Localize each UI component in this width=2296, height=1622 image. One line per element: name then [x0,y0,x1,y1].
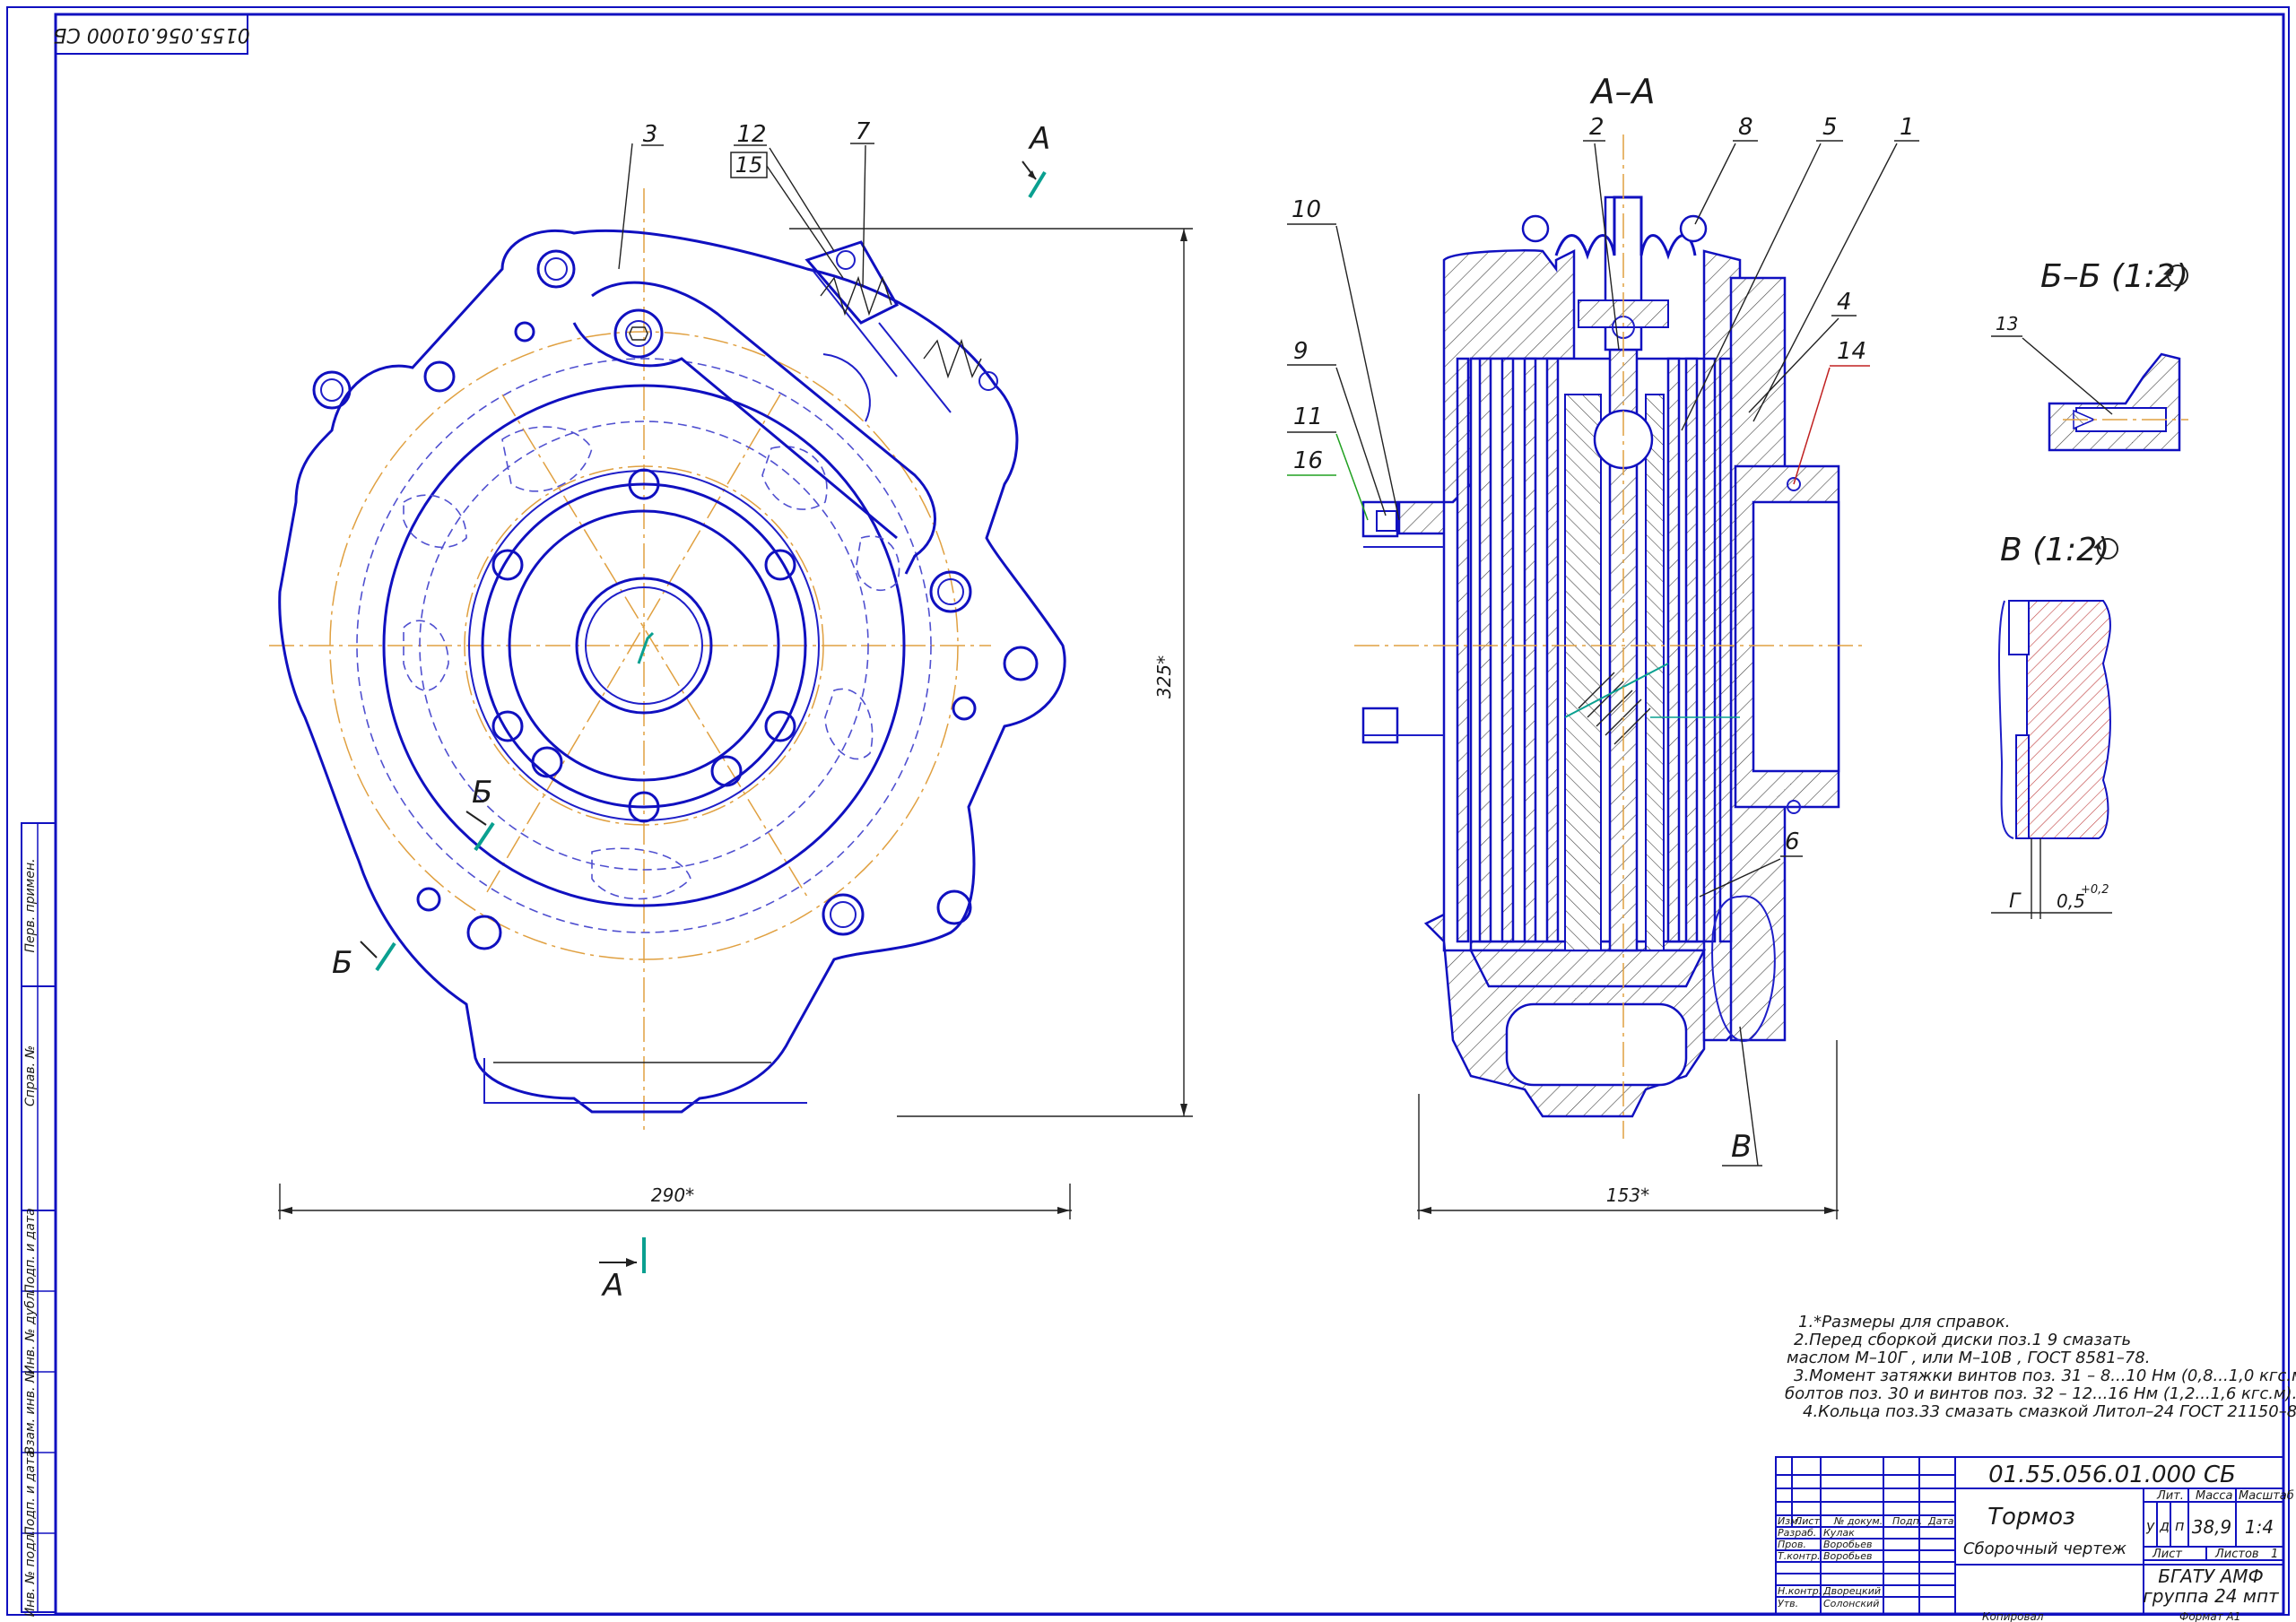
tb-lit-p: п [2175,1517,2184,1534]
title-block: Изм. Лист № докум. Подп. Дата Разраб. Ку… [1775,1456,2294,1622]
cut-b-mid: Б [472,775,492,811]
callout-1: 1 [1900,114,1915,141]
callout-14: 14 [1837,338,1866,365]
stamp-sprav: Справ. № [23,1045,38,1106]
note-5: болтов поз. 30 и винтов поз. 32 – 12...1… [1785,1384,2296,1403]
tb-name-prov: Воробьев [1823,1539,1873,1550]
disc-pack-left [1456,357,1602,951]
tb-role-prov: Пров. [1778,1539,1806,1550]
callout-7: 7 [856,118,871,145]
callout-3: 3 [643,121,658,148]
cut-b-low: Б [332,945,352,981]
front-view: 3 12 15 7 290* 325* А А Б Б [269,118,1193,1304]
tb-sheets: 1 [2271,1548,2278,1561]
callout-6: 6 [1785,828,1800,855]
callout-8: 8 [1738,114,1753,141]
tb-name-utv: Солонский [1823,1598,1879,1609]
tb-role-razrab: Разраб. [1778,1527,1816,1539]
cut-a-bottom: А [601,1268,623,1304]
view-bb-title: Б–Б (1:2) [2040,258,2188,295]
dim-gap-g: Г [2009,890,2022,913]
note-4: 3.Момент затяжки винтов поз. 31 – 8...10… [1794,1366,2296,1385]
tb-header-list: Лист [1794,1515,1820,1527]
stamp-inv-dubl: Инв. № дубл. [23,1288,38,1375]
cut-a-top: А [1028,121,1050,157]
callout-15: 15 [735,152,763,178]
callout-11: 11 [1293,403,1323,430]
technical-notes: 1.*Размеры для справок. 2.Перед сборкой … [1785,1313,2296,1421]
note-2: 2.Перед сборкой диски поз.1 9 смазать [1794,1331,2131,1349]
tb-sheets-label: Листов [2214,1548,2259,1561]
tb-role-utv: Утв. [1778,1598,1798,1609]
tb-name: Тормоз [1987,1504,2075,1531]
tb-lit-u: у [2145,1517,2155,1534]
callout-4: 4 [1837,289,1852,316]
tb-role-nkontr: Н.контр. [1778,1585,1822,1597]
housing-section-core [1468,949,1707,988]
stamp-perv-primen: Перв. примен. [23,858,38,952]
cut-v: В [1731,1129,1752,1165]
dim-290: 290* [651,1184,694,1206]
tb-subtitle: Сборочный чертеж [1963,1540,2127,1558]
stamp-inv-podl: Инв. № подл. [23,1531,38,1618]
note-1: 1.*Размеры для справок. [1798,1313,2010,1331]
stamp-podp-data-2: Подп. и дата [23,1450,38,1535]
tb-mass: 38,9 [2192,1516,2232,1538]
tb-name-nkontr: Дворецкий [1822,1585,1881,1597]
view-v-part [2026,600,2111,839]
note-6: 4.Кольца поз.33 смазать смазкой Литол–24… [1803,1402,2296,1421]
tb-role-tkontr: Т.контр. [1778,1550,1821,1562]
section-title: А–А [1589,72,1656,111]
tb-header-sign: Подп. [1892,1515,1922,1527]
tb-copied: Копировал [1982,1610,2044,1622]
callout-9: 9 [1293,338,1309,365]
callout-2: 2 [1589,114,1605,141]
stamp-podp-data-1: Подп. и дата [23,1208,38,1293]
tb-mass-header: Масса [2196,1489,2232,1503]
front-dimensions: 290* 325* [278,228,1193,1219]
tb-scale: 1:4 [2245,1516,2274,1538]
callout-12: 12 [736,121,766,148]
lever-mechanism [572,240,998,575]
top-stamp-text: 0155.056.01000 СБ [53,23,249,46]
view-v: В (1:2) Г 0,5 +0,2 [1991,532,2118,919]
top-stamp: 0155.056.01000 СБ [53,13,250,55]
tb-lit-header: Лит. [2156,1489,2184,1503]
dim-tolerance-sup: +0,2 [2081,883,2109,897]
tb-name-tkontr: Воробьев [1823,1550,1873,1562]
section-a-a: А–А 2 8 5 1 10 4 14 9 11 16 6 В 153* [1287,72,1919,1219]
tb-doc-number: 01.55.056.01.000 СБ [1988,1462,2236,1488]
view-v-title: В (1:2) [2000,532,2109,568]
dim-153: 153* [1606,1184,1649,1206]
tb-header-docno: № докум. [1833,1515,1883,1527]
callout-5: 5 [1822,114,1838,141]
tb-scale-header: Масштаб [2239,1489,2294,1503]
callout-13: 13 [1996,313,2018,334]
tb-format: Формат А1 [2179,1610,2240,1622]
note-3: маслом М–10Г , или М–10В , ГОСТ 8581–78. [1787,1349,2150,1367]
assembly-drawing-sheet: 0155.056.01000 СБ Перв. примен. Справ. №… [6,6,2296,1622]
view-b-b: Б–Б (1:2) 13 [1991,258,2188,452]
callout-10: 10 [1292,196,1321,223]
dim-325: 325* [1153,655,1175,698]
tb-org-1: БГАТУ АМФ [2158,1566,2263,1587]
stamp-vzam-inv: Взам. инв. № [23,1369,38,1454]
view-bb-part [2048,352,2181,452]
side-stamp-column: Перв. примен. Справ. № Подп. и дата Инв.… [21,822,57,1618]
tb-header-date: Дата [1927,1515,1954,1527]
tb-org-2: группа 24 мпт [2143,1585,2280,1607]
tb-lit-d: д [2159,1517,2170,1534]
tb-sheet-label: Лист [2152,1548,2182,1561]
tb-name-razrab: Кулак [1823,1527,1855,1539]
callout-16: 16 [1293,447,1323,474]
